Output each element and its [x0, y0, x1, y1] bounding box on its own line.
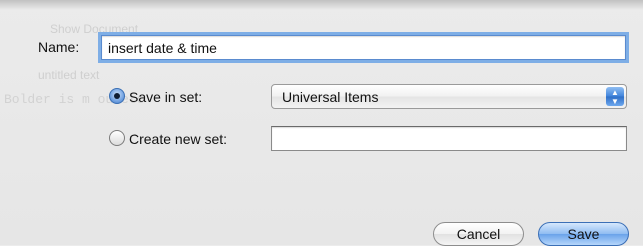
save-in-set-radio[interactable] — [109, 88, 125, 104]
cancel-button[interactable]: Cancel — [433, 222, 524, 246]
up-down-chevron-icon: ▲ ▼ — [606, 87, 624, 106]
new-set-name-field[interactable] — [271, 126, 627, 151]
save-in-set-label: Save in set: — [129, 89, 203, 105]
create-new-set-radio[interactable] — [109, 130, 125, 146]
sheet-top-shadow — [0, 0, 643, 10]
name-label: Name: — [38, 39, 80, 55]
radio-selected-dot — [114, 93, 120, 99]
background-text-1: Show Document — [50, 22, 139, 36]
set-popup-button[interactable]: Universal Items ▲ ▼ — [271, 84, 627, 109]
background-text-2: untitled text — [38, 68, 100, 82]
name-field[interactable]: insert date & time — [101, 35, 626, 60]
create-new-set-label: Create new set: — [129, 131, 228, 147]
set-popup-value: Universal Items — [282, 89, 379, 105]
save-item-sheet: Show Document untitled text Bolder is m … — [0, 0, 643, 246]
save-button[interactable]: Save — [538, 222, 629, 246]
